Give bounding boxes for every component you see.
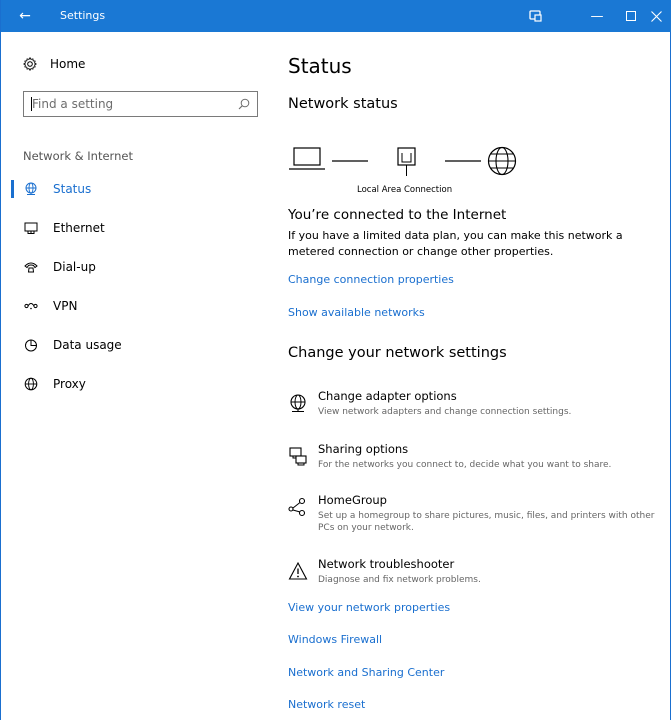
change-network-settings-heading: Change your network settings [288, 345, 507, 361]
sidebar-item-label: Data usage [53, 337, 122, 352]
home-label: Home [50, 57, 86, 71]
network-troubleshooter-item[interactable]: Network troubleshooter Diagnose and fix … [288, 557, 668, 591]
sidebar-item-data-usage[interactable]: Data usage [2, 325, 264, 364]
connection-status-desc: If you have a limited data plan, you can… [288, 229, 623, 258]
page-title: Status [288, 54, 352, 78]
homegroup-item[interactable]: HomeGroup Set up a homegroup to share pi… [288, 493, 668, 539]
ethernet-adapter-icon [397, 147, 416, 176]
gear-icon [23, 57, 37, 71]
sidebar-item-vpn[interactable]: VPN [2, 286, 264, 325]
option-title: HomeGroup [318, 493, 387, 507]
sidebar-item-status[interactable]: Status [2, 169, 264, 208]
feedback-icon[interactable] [529, 9, 542, 22]
sidebar-item-label: Dial-up [53, 259, 96, 274]
sharing-icon [289, 447, 307, 466]
option-desc: For the networks you connect to, decide … [318, 460, 612, 470]
close-button[interactable] [641, 0, 671, 32]
sidebar-nav: Status Ethernet Dial-up VPN Data usage P… [2, 169, 264, 403]
globe-status-icon [24, 182, 38, 196]
settings-window: ← Settings — Home Find a setting Network… [0, 0, 671, 720]
title-bar: ← Settings — [1, 0, 671, 32]
windows-firewall-link[interactable]: Windows Firewall [288, 633, 382, 646]
search-input[interactable] [32, 96, 232, 112]
view-network-properties-link[interactable]: View your network properties [288, 601, 450, 614]
option-title: Change adapter options [318, 389, 457, 403]
sidebar-item-label: Ethernet [53, 220, 105, 235]
window-title: Settings [60, 9, 106, 22]
change-adapter-options-item[interactable]: Change adapter options View network adap… [288, 389, 668, 423]
warning-icon [288, 561, 308, 580]
home-nav-item[interactable]: Home [23, 57, 85, 71]
back-button[interactable]: ← [7, 0, 43, 32]
back-arrow-icon: ← [19, 8, 31, 24]
maximize-icon [626, 11, 636, 21]
globe-icon [24, 377, 38, 391]
vpn-icon [24, 299, 38, 313]
internet-globe-icon [487, 146, 517, 176]
data-usage-icon [24, 338, 38, 352]
network-diagram: Local Area Connection [288, 138, 548, 198]
sidebar-item-label: Proxy [53, 376, 86, 391]
ethernet-icon [24, 221, 38, 235]
sharing-options-item[interactable]: Sharing options For the networks you con… [288, 442, 668, 476]
close-icon [651, 10, 662, 22]
sidebar-item-dialup[interactable]: Dial-up [2, 247, 264, 286]
search-icon[interactable] [238, 98, 250, 110]
dialup-icon [24, 260, 38, 274]
sidebar-item-label: VPN [53, 298, 78, 313]
change-connection-properties-link[interactable]: Change connection properties [288, 273, 454, 286]
search-box[interactable] [23, 91, 258, 117]
connection-status-text: You’re connected to the Internet [288, 207, 507, 223]
option-title: Network troubleshooter [318, 557, 455, 571]
minimize-icon: — [590, 8, 604, 24]
sidebar-item-label: Status [53, 181, 92, 196]
network-status-heading: Network status [288, 96, 398, 112]
option-title: Sharing options [318, 442, 409, 456]
sidebar-item-ethernet[interactable]: Ethernet [2, 208, 264, 247]
homegroup-icon [288, 497, 306, 517]
show-available-networks-link[interactable]: Show available networks [288, 306, 425, 319]
section-label: Network & Internet [23, 149, 133, 163]
sidebar: Home Network & Internet Status E [2, 32, 264, 720]
option-desc: Diagnose and fix network problems. [318, 575, 481, 585]
adapter-icon [290, 394, 306, 413]
sidebar-item-proxy[interactable]: Proxy [2, 364, 264, 403]
option-desc: Set up a homegroup to share pictures, mu… [318, 511, 655, 533]
network-sharing-center-link[interactable]: Network and Sharing Center [288, 666, 444, 679]
option-desc: View network adapters and change connect… [318, 407, 572, 417]
network-reset-link[interactable]: Network reset [288, 698, 365, 711]
connection-name: Local Area Connection [357, 185, 453, 195]
laptop-icon [289, 147, 325, 170]
